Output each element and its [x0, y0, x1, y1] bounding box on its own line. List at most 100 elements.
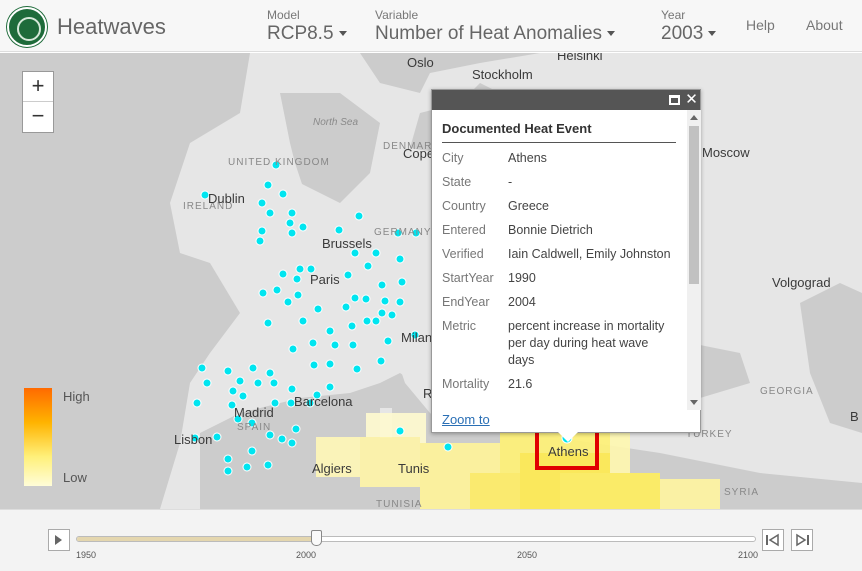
map-label-madrid: Madrid — [234, 405, 274, 420]
field-key: State — [442, 175, 472, 189]
popup-field-row: City Athens — [442, 150, 676, 167]
map-label-georgia: GEORGIA — [760, 386, 814, 397]
timeline-track[interactable] — [76, 536, 756, 542]
field-key: StartYear — [442, 271, 494, 285]
popup-field-row: EndYear 2004 — [442, 294, 676, 311]
scroll-up-icon[interactable] — [690, 115, 698, 120]
variable-selector[interactable]: Variable Number of Heat Anomalies — [375, 8, 616, 45]
popup-field-row: Verified Iain Caldwell, Emily Johnston — [442, 246, 676, 263]
chevron-down-icon — [607, 31, 616, 37]
field-value: Bonnie Dietrich — [508, 223, 593, 237]
zoom-to-link[interactable]: Zoom to — [442, 412, 490, 427]
popup-titlebar — [432, 90, 700, 110]
variable-label: Variable — [375, 8, 419, 22]
tick-label: 2050 — [517, 550, 538, 560]
field-value: percent increase in mortality per day du… — [508, 319, 665, 367]
app-title: Heatwaves — [57, 14, 166, 39]
popup-field-row: State - — [442, 174, 676, 191]
year-dropdown[interactable]: 2003 — [661, 23, 717, 45]
map-label-stockholm: Stockholm — [472, 67, 533, 82]
map-label-syria: SYRIA — [724, 487, 760, 498]
close-icon[interactable]: ✕ — [685, 92, 698, 107]
map-label-b: B — [850, 409, 859, 424]
legend-low-label: Low — [63, 470, 87, 485]
chevron-down-icon — [708, 31, 717, 37]
field-value: Greece — [508, 199, 549, 213]
field-key: Verified — [442, 247, 484, 261]
play-button[interactable] — [48, 529, 70, 551]
field-value: 21.6 — [508, 377, 533, 391]
popup-field-row: Entered Bonnie Dietrich — [442, 222, 676, 239]
step-back-icon — [766, 533, 779, 547]
chevron-down-icon — [338, 31, 347, 37]
popup-title: Documented Heat Event — [442, 110, 676, 143]
variable-value: Number of Heat Anomalies — [375, 23, 603, 44]
field-key: City — [442, 151, 464, 165]
map-label-milan: Milan — [401, 330, 433, 345]
timeline-bar: 1950 2000 2050 2100 — [0, 509, 862, 571]
map-label-volgograd: Volgograd — [772, 275, 831, 290]
year-label: Year — [661, 8, 686, 22]
map-label-north-sea: North Sea — [313, 117, 359, 128]
app-header: Heatwaves Model RCP8.5 Variable Number o… — [0, 0, 862, 52]
year-value: 2003 — [661, 23, 704, 44]
map-label-moscow: Moscow — [702, 145, 750, 160]
legend-high-label: High — [63, 389, 90, 404]
timeline-handle[interactable] — [311, 530, 323, 546]
map-label-copenhagen: Cope — [403, 146, 435, 161]
legend-gradient — [24, 388, 52, 486]
popup-field-row: Mortality 21.6 — [442, 376, 676, 393]
scroll-thumb[interactable] — [689, 126, 699, 284]
popup-content: Documented Heat Event City Athens State - Co… — [432, 110, 686, 410]
model-label: Model — [267, 8, 300, 22]
map-label-dublin: Dublin — [208, 191, 245, 206]
field-key: Mortality — [442, 377, 490, 391]
popup-scrollbar[interactable] — [687, 110, 701, 410]
tick-label: 2000 — [296, 550, 317, 560]
step-back-button[interactable] — [762, 529, 784, 551]
year-selector[interactable]: Year 2003 — [661, 8, 717, 45]
about-link[interactable]: About — [806, 17, 843, 33]
map-label-tunis: Tunis — [398, 461, 430, 476]
maximize-icon[interactable] — [669, 95, 680, 105]
map-label-spain: SPAIN — [237, 422, 272, 433]
step-forward-button[interactable] — [791, 529, 813, 551]
map-label-oslo: Oslo — [407, 55, 434, 70]
map-label-algiers: Algiers — [312, 461, 352, 476]
popup-field-row: Metric percent increase in mortality per … — [442, 318, 676, 369]
zoom-controls: + − — [22, 71, 54, 133]
popup-field-row: Country Greece — [442, 198, 676, 215]
map-label-lisbon: Lisbon — [174, 432, 213, 447]
help-link[interactable]: Help — [746, 17, 775, 33]
map-label-barcelona: Barcelona — [294, 394, 353, 409]
tick-label: 2100 — [738, 550, 759, 560]
map-label-united-kingdom: UNITED KINGDOM — [228, 157, 330, 168]
map-label-germany: GERMANY — [374, 227, 432, 238]
zoom-in-button[interactable]: + — [23, 72, 53, 102]
variable-dropdown[interactable]: Number of Heat Anomalies — [375, 23, 616, 45]
info-popup: ✕ Documented Heat Event City Athens State -… — [431, 89, 701, 433]
field-value: - — [508, 175, 513, 189]
map-label-paris: Paris — [310, 272, 340, 287]
field-key: Country — [442, 199, 486, 213]
step-forward-icon — [796, 533, 809, 547]
model-selector[interactable]: Model RCP8.5 — [267, 8, 347, 45]
map-label-tunisia: TUNISIA — [376, 499, 423, 509]
map-label-helsinki: Helsinki — [557, 53, 603, 63]
field-key: Entered — [442, 223, 486, 237]
university-seal-logo — [7, 7, 47, 47]
field-value: 1990 — [508, 271, 536, 285]
field-value: 2004 — [508, 295, 536, 309]
field-key: Metric — [442, 319, 477, 333]
timeline-progress — [77, 537, 318, 541]
tick-label: 1950 — [76, 550, 97, 560]
model-dropdown[interactable]: RCP8.5 — [267, 23, 347, 45]
scroll-down-icon[interactable] — [690, 400, 698, 405]
map-label-brussels: Brussels — [322, 236, 372, 251]
field-key: EndYear — [442, 295, 490, 309]
model-value: RCP8.5 — [267, 23, 334, 44]
zoom-out-button[interactable]: − — [23, 102, 53, 132]
field-value: Iain Caldwell, Emily Johnston — [508, 247, 671, 261]
popup-pointer — [558, 432, 578, 442]
field-value: Athens — [508, 151, 547, 165]
